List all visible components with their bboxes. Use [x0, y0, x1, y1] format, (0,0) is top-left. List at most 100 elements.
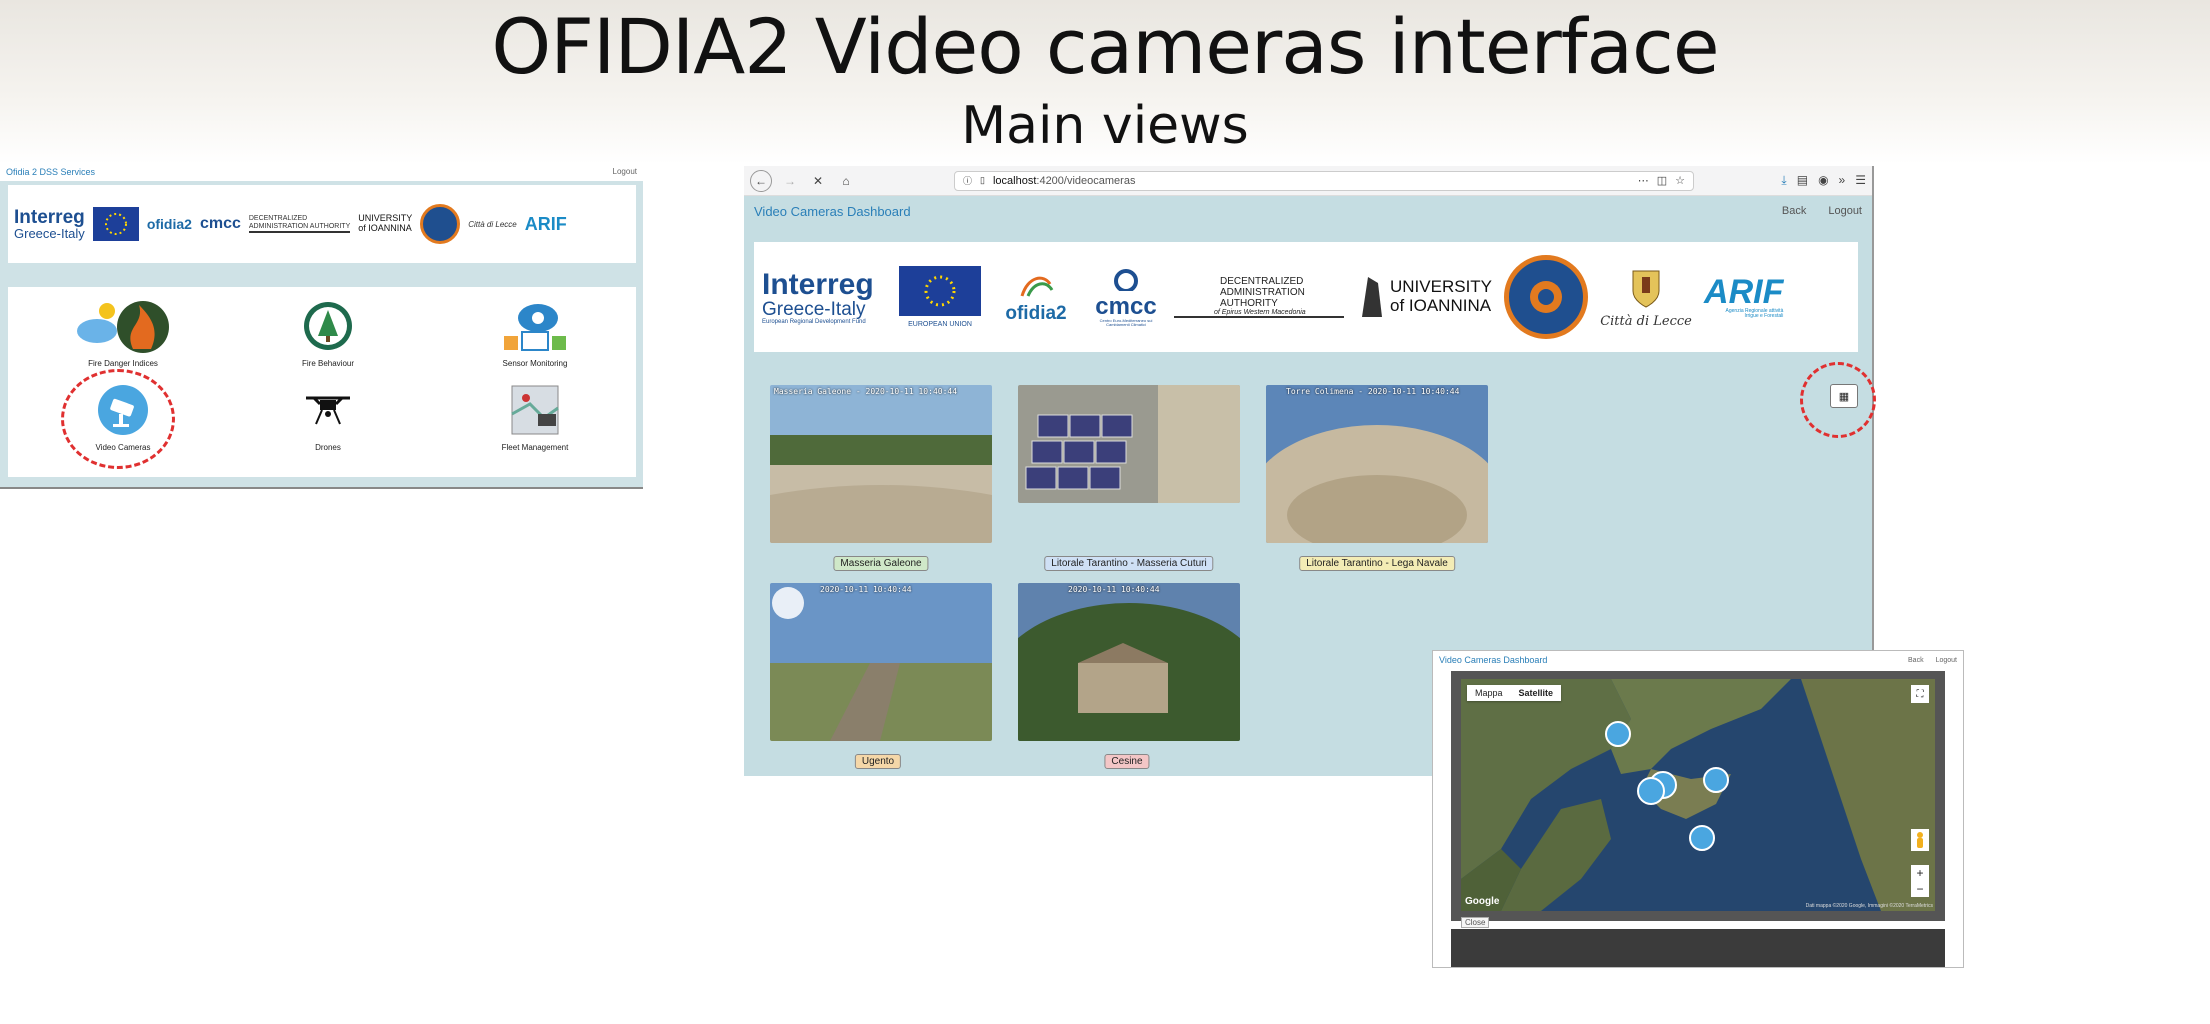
cmcc-logo: cmcc Centro Euro-Mediterraneo sui Cambia…: [1090, 267, 1162, 327]
tile-label: Fire Behaviour: [301, 359, 355, 368]
address-bar[interactable]: ⓘ ▯ localhost:4200/videocameras ⋯ ◫ ☆: [954, 170, 1694, 191]
dss-logout-link[interactable]: Logout: [613, 167, 637, 177]
highlight-map-button: [1800, 362, 1876, 438]
camera-thumbnail-lega-navale[interactable]: Torre Colimena - 2020-10-11 10:40:44: [1266, 385, 1488, 543]
camera-timestamp: 2020-10-11 10:40:44: [820, 585, 912, 594]
decentralized-authority-logo: DECENTRALIZED ADMINISTRATION AUTHORITY o…: [1174, 276, 1344, 319]
dss-top-bar: Ofidia 2 DSS Services Logout: [0, 163, 643, 181]
pegman-icon[interactable]: [1911, 829, 1929, 851]
url-path: :4200/videocameras: [1036, 174, 1136, 187]
slide-title: OFIDIA2 Video cameras interface: [491, 2, 1719, 91]
interreg-logo: Interreg Greece-Italy European Regional …: [762, 267, 874, 325]
camera-marker[interactable]: [1637, 777, 1665, 805]
tile-sensor-monitoring[interactable]: Sensor Monitoring: [460, 297, 610, 368]
dss-title[interactable]: Ofidia 2 DSS Services: [6, 167, 95, 177]
university-ioannina-logo: UNIVERSITY of IOANNINA: [1356, 273, 1492, 321]
tile-fleet-management[interactable]: Fleet Management: [460, 381, 610, 452]
map-popup-screenshot: Video Cameras Dashboard Back Logout Mapp: [1432, 650, 1964, 968]
tile-label: Fire Danger Indices: [88, 359, 158, 368]
tab-satellite[interactable]: Satellite: [1511, 685, 1562, 701]
eu-flag-logo: EUROPEAN UNION: [898, 266, 982, 328]
back-arrow-icon[interactable]: ←: [750, 169, 772, 192]
map-modal: Mappa Satellite ⛶ + − Google Dati mappa …: [1451, 671, 1945, 921]
camera-label-lega-navale[interactable]: Litorale Tarantino - Lega Navale: [1299, 556, 1455, 571]
camera-image[interactable]: 2020-10-11 10:40:44: [1018, 583, 1240, 741]
tile-drones[interactable]: Drones: [253, 381, 403, 452]
satellite-map[interactable]: Mappa Satellite ⛶ + − Google Dati mappa …: [1461, 679, 1935, 911]
home-icon[interactable]: ⌂: [836, 171, 856, 191]
library-icon[interactable]: ▤: [1797, 173, 1808, 188]
highlight-video-cameras-tile: [61, 369, 175, 469]
page-actions-icon[interactable]: ⋯: [1638, 174, 1649, 187]
fullscreen-icon[interactable]: ⛶: [1911, 685, 1929, 703]
university-ioannina-logo: UNIVERSITY of IOANNINA: [358, 213, 413, 233]
camera-image[interactable]: [1018, 385, 1240, 503]
popup-logout-link[interactable]: Logout: [1936, 657, 1957, 664]
camera-image[interactable]: Masseria Galeone - 2020-10-11 10:40:44: [770, 385, 992, 543]
ofidia-logo: ofidia2: [994, 270, 1078, 325]
ofidia-logo: ofidia2: [146, 216, 192, 232]
back-link[interactable]: Back: [1782, 205, 1806, 217]
map-attribution[interactable]: Dati mappa ©2020 Google, Immagini ©2020 …: [1806, 903, 1933, 909]
camera-timestamp: Torre Colimena - 2020-10-11 10:40:44: [1286, 387, 1460, 396]
camera-marker[interactable]: [1605, 721, 1631, 747]
camera-label-masseria-galeone[interactable]: Masseria Galeone: [833, 556, 929, 571]
camera-thumbnail-ugento[interactable]: 2020-10-11 10:40:44: [770, 583, 992, 741]
dss-logo-banner: Interreg Greece-Italy ofidia2 cmcc DECEN…: [8, 185, 636, 263]
url-host: localhost: [992, 174, 1037, 187]
civil-protection-logo: [1504, 255, 1589, 339]
camera-image[interactable]: Torre Colimena - 2020-10-11 10:40:44: [1266, 385, 1488, 543]
camera-timestamp: Masseria Galeone - 2020-10-11 10:40:44: [774, 387, 958, 396]
account-icon[interactable]: ◉: [1818, 173, 1828, 188]
camera-thumbnail-masseria-cuturi[interactable]: [1018, 385, 1240, 503]
logout-link[interactable]: Logout: [1828, 205, 1862, 217]
pocket-icon[interactable]: ◫: [1657, 174, 1667, 187]
tree-icon: [298, 297, 358, 355]
map-type-tabs: Mappa Satellite: [1467, 685, 1562, 701]
camera-thumbnail-cesine[interactable]: 2020-10-11 10:40:44: [1018, 583, 1240, 741]
tile-label: Drones: [315, 443, 341, 452]
camera-label-ugento[interactable]: Ugento: [854, 754, 902, 769]
decentralized-authority-logo: DECENTRALIZED ADMINISTRATION AUTHORITY: [248, 215, 351, 233]
popup-background-strip: [1451, 929, 1945, 967]
camera-thumbnail-masseria-galeone[interactable]: Masseria Galeone - 2020-10-11 10:40:44: [770, 385, 992, 543]
fleet-map-icon: [505, 381, 565, 439]
camera-marker[interactable]: [1689, 825, 1715, 851]
google-logo: Google: [1465, 896, 1500, 907]
popup-back-link[interactable]: Back: [1908, 657, 1924, 664]
eu-flag-logo: [92, 207, 139, 241]
drone-icon: [298, 381, 358, 439]
forward-arrow-icon[interactable]: →: [780, 171, 800, 191]
site-info-icon[interactable]: ⓘ: [963, 174, 972, 187]
close-button[interactable]: Close: [1461, 917, 1490, 928]
tile-label: Fleet Management: [501, 443, 569, 452]
popup-title[interactable]: Video Cameras Dashboard: [1439, 655, 1547, 665]
tab-mappa[interactable]: Mappa: [1467, 685, 1511, 701]
camera-label-masseria-cuturi[interactable]: Litorale Tarantino - Masseria Cuturi: [1044, 556, 1214, 571]
interreg-logo: Interreg Greece-Italy: [14, 207, 85, 241]
tile-label: Sensor Monitoring: [502, 359, 568, 368]
dashboard-navbar: Video Cameras Dashboard Back Logout: [744, 196, 1872, 226]
partner-logo-banner: Interreg Greece-Italy European Regional …: [754, 242, 1858, 352]
browser-toolbar: ← → ✕ ⌂ ⓘ ▯ localhost:4200/videocameras …: [744, 166, 1872, 196]
camera-label-cesine[interactable]: Cesine: [1104, 754, 1150, 769]
camera-marker[interactable]: [1703, 767, 1729, 793]
bookmark-star-icon[interactable]: ☆: [1675, 174, 1685, 187]
zoom-out-button[interactable]: −: [1911, 881, 1929, 897]
zoom-in-button[interactable]: +: [1911, 865, 1929, 881]
menu-hamburger-icon[interactable]: ☰: [1855, 173, 1866, 188]
stop-loading-icon[interactable]: ✕: [808, 171, 828, 191]
tile-fire-behaviour[interactable]: Fire Behaviour: [253, 297, 403, 368]
camera-image[interactable]: 2020-10-11 10:40:44: [770, 583, 992, 741]
arif-logo: ARIF Agenzia Regionale attività Irrigue …: [1704, 273, 1784, 319]
slide-subtitle: Main views: [961, 96, 1249, 156]
overflow-chevron-icon[interactable]: »: [1839, 173, 1846, 188]
download-icon[interactable]: ⤓: [1781, 173, 1786, 188]
cmcc-logo: cmcc: [199, 215, 241, 232]
sensor-cloud-icon: [500, 297, 570, 355]
dashboard-title[interactable]: Video Cameras Dashboard: [754, 204, 911, 219]
citta-di-lecce-logo: Città di Lecce: [1600, 265, 1692, 329]
tile-fire-danger[interactable]: Fire Danger Indices: [48, 297, 198, 368]
map-imagery: [1461, 679, 1935, 911]
camera-timestamp: 2020-10-11 10:40:44: [1068, 585, 1160, 594]
